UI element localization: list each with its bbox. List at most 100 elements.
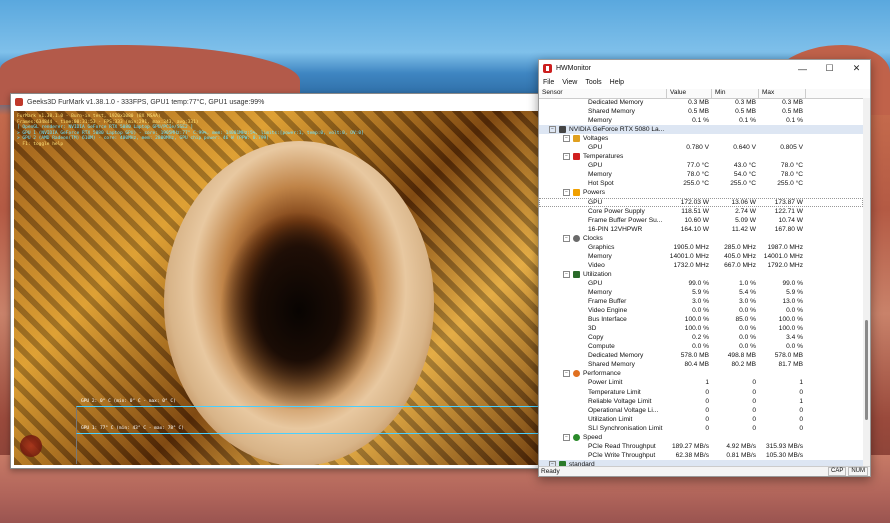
sensor-row[interactable]: Bus Interface 100.0 % 85.0 % 100.0 % xyxy=(539,315,863,324)
sensor-row[interactable]: Shared Memory 0.5 MB 0.5 MB 0.5 MB xyxy=(539,107,863,116)
hwmonitor-titlebar[interactable]: HWMonitor — ☐ ✕ xyxy=(539,60,870,77)
sensor-row[interactable]: Power Limit 1 0 1 xyxy=(539,378,863,387)
sensor-row[interactable]: Dedicated Memory 578.0 MB 498.8 MB 578.0 MB xyxy=(539,351,863,360)
sensor-row[interactable]: GPU 77.0 °C 43.0 °C 78.0 °C xyxy=(539,161,863,170)
header-min[interactable]: Min xyxy=(712,89,759,98)
sensor-row[interactable]: Compute 0.0 % 0.0 % 0.0 % xyxy=(539,342,863,351)
furmark-window[interactable]: Geeks3D FurMark v1.38.1.0 - 333FPS, GPU1… xyxy=(10,93,545,469)
sensor-max: 315.93 MB/s xyxy=(765,442,803,450)
num-indicator: NUM xyxy=(848,467,868,476)
menu-help[interactable]: Help xyxy=(610,79,624,86)
sensor-group-row[interactable]: − Temperatures xyxy=(539,152,863,161)
sensor-name: Compute xyxy=(588,343,615,351)
furmark-logo xyxy=(20,435,42,457)
sensor-row[interactable]: 16-PIN 12VHPWR 164.10 W 11.42 W 167.80 W xyxy=(539,225,863,234)
sensor-row[interactable]: Copy 0.2 % 0.0 % 3.4 % xyxy=(539,333,863,342)
sensor-row[interactable]: Reliable Voltage Limit 0 0 1 xyxy=(539,397,863,406)
sensor-min: 4.92 MB/s xyxy=(726,442,756,450)
header-max[interactable]: Max xyxy=(759,89,806,98)
sensor-row[interactable]: Dedicated Memory 0.3 MB 0.3 MB 0.3 MB xyxy=(539,98,863,107)
sensor-name: PCIe Read Throughput xyxy=(588,442,656,450)
header-sensor[interactable]: Sensor xyxy=(539,89,667,98)
sensor-row[interactable]: Shared Memory 80.4 MB 80.2 MB 81.7 MB xyxy=(539,360,863,369)
collapse-toggle-icon[interactable]: − xyxy=(563,370,570,378)
sensor-row[interactable]: Memory 78.0 °C 54.0 °C 78.0 °C xyxy=(539,170,863,179)
sensor-row[interactable]: Video Engine 0.0 % 0.0 % 0.0 % xyxy=(539,306,863,315)
sensor-row[interactable]: Frame Buffer 3.0 % 3.0 % 13.0 % xyxy=(539,297,863,306)
sensor-min: 5.4 % xyxy=(739,289,756,296)
sensor-value: 100.0 % xyxy=(684,325,709,333)
sensor-max: 0.3 MB xyxy=(782,99,803,107)
collapse-toggle-icon[interactable]: − xyxy=(563,153,570,161)
sensor-row[interactable]: Frame Buffer Power Su... 10.60 W 5.09 W 10.… xyxy=(539,216,863,225)
sensor-name: Memory xyxy=(588,171,612,179)
scrollbar-thumb[interactable] xyxy=(865,320,868,420)
menu-tools[interactable]: Tools xyxy=(585,79,601,86)
sensor-row[interactable]: 3D 100.0 % 0.0 % 100.0 % xyxy=(539,324,863,333)
collapse-toggle-icon[interactable]: − xyxy=(563,270,570,278)
sensor-row[interactable]: Memory 0.1 % 0.1 % 0.1 % xyxy=(539,116,863,125)
cap-indicator: CAP xyxy=(827,467,847,476)
header-value[interactable]: Value xyxy=(667,89,712,98)
sensor-max: 578.0 MB xyxy=(774,352,803,360)
sensor-name: Copy xyxy=(588,334,604,342)
collapse-toggle-icon[interactable]: − xyxy=(563,234,570,242)
gpu2-graph-label: GPU 2: 0° C (min: 0° C - max: 0° C) xyxy=(81,399,176,404)
sensor-max: 105.30 MB/s xyxy=(765,451,803,459)
sensor-max: 0.0 % xyxy=(786,343,803,351)
minimize-button[interactable]: — xyxy=(789,60,816,77)
sensor-row[interactable]: PCIe Read Throughput 189.27 MB/s 4.92 MB/s… xyxy=(539,442,863,451)
sensor-value: 172.03 W xyxy=(680,198,709,206)
thermometer-icon xyxy=(573,153,580,161)
sensor-group-row[interactable]: − Utilization xyxy=(539,270,863,279)
furmark-render-canvas[interactable]: FurMark v1.38.1.0 - Burn-in test, 1920x1… xyxy=(14,111,541,465)
close-button[interactable]: ✕ xyxy=(843,60,870,77)
sensor-row[interactable]: Memory 14001.0 MHz 405.0 MHz 14001.0 MHz xyxy=(539,252,863,261)
sensor-value: 1 xyxy=(705,379,709,387)
sensor-row[interactable]: Memory 5.9 % 5.4 % 5.9 % xyxy=(539,288,863,297)
sensor-tree[interactable]: Dedicated Memory 0.3 MB 0.3 MB 0.3 MB Shared… xyxy=(539,98,863,466)
menu-file[interactable]: File xyxy=(543,79,554,86)
sensor-row[interactable]: Video 1732.0 MHz 667.0 MHz 1792.0 MHz xyxy=(539,261,863,270)
sensor-row[interactable]: Hot Spot 255.0 °C 255.0 °C 255.0 °C xyxy=(539,179,863,188)
sensor-row[interactable]: PCIe Write Throughput 62.38 MB/s 0.81 MB/s… xyxy=(539,451,863,460)
sensor-name: GPU xyxy=(588,144,603,152)
clock-icon xyxy=(573,234,580,242)
sensor-row[interactable]: Operational Voltage Li... 0 0 0 xyxy=(539,406,863,415)
sensor-value: 0 xyxy=(705,406,709,414)
vertical-scrollbar[interactable] xyxy=(863,98,870,466)
collapse-toggle-icon[interactable]: − xyxy=(549,126,556,134)
sensor-min: 13.06 W xyxy=(731,198,756,206)
sensor-group-row[interactable]: − Voltages xyxy=(539,134,863,143)
sensor-value: 62.38 MB/s xyxy=(675,451,709,459)
sensor-min: 80.2 MB xyxy=(731,361,756,369)
sensor-group-row[interactable]: − Speed xyxy=(539,433,863,442)
sensor-name: 3D xyxy=(588,325,597,333)
sensor-min: 285.0 MHz xyxy=(724,243,756,251)
sensor-group-row[interactable]: − Powers xyxy=(539,188,863,197)
sensor-group-row[interactable]: − Performance xyxy=(539,369,863,378)
sensor-name: Performance xyxy=(583,370,621,378)
sensor-row[interactable]: Graphics 1905.0 MHz 285.0 MHz 1987.0 MHz xyxy=(539,243,863,252)
gpu1-graph-label: GPU 1: 77° C (min: 43° C - max: 78° C) xyxy=(81,426,184,431)
sensor-row[interactable]: SLI Synchronisation Limit 0 0 0 xyxy=(539,424,863,433)
sensor-row[interactable]: GPU 172.03 W 13.06 W 173.87 W xyxy=(539,197,863,207)
collapse-toggle-icon[interactable]: − xyxy=(563,189,570,197)
collapse-toggle-icon[interactable]: − xyxy=(563,135,570,143)
sensor-row[interactable]: Core Power Supply 118.51 W 2.74 W 122.71 W xyxy=(539,207,863,216)
sensor-row[interactable]: GPU 0.780 V 0.640 V 0.805 V xyxy=(539,143,863,152)
menu-view[interactable]: View xyxy=(562,79,577,86)
sensor-min: 255.0 °C xyxy=(730,180,756,188)
sensor-row[interactable]: Utilization Limit 0 0 0 xyxy=(539,415,863,424)
maximize-button[interactable]: ☐ xyxy=(816,60,843,77)
furmark-titlebar[interactable]: Geeks3D FurMark v1.38.1.0 - 333FPS, GPU1… xyxy=(11,94,544,110)
device-row[interactable]: − NVIDIA GeForce RTX 5080 La... xyxy=(539,125,863,135)
sensor-row[interactable]: Temperature Limit 0 0 0 xyxy=(539,388,863,397)
sensor-name: Video Engine xyxy=(588,307,628,315)
sensor-max: 0.805 V xyxy=(780,144,803,152)
hwmonitor-window[interactable]: HWMonitor — ☐ ✕ File View Tools Help Sen… xyxy=(538,59,871,477)
sensor-group-row[interactable]: − Clocks xyxy=(539,234,863,243)
sensor-row[interactable]: GPU 99.0 % 1.0 % 99.0 % xyxy=(539,279,863,288)
collapse-toggle-icon[interactable]: − xyxy=(563,433,570,441)
sensor-value: 14001.0 MHz xyxy=(669,252,709,260)
